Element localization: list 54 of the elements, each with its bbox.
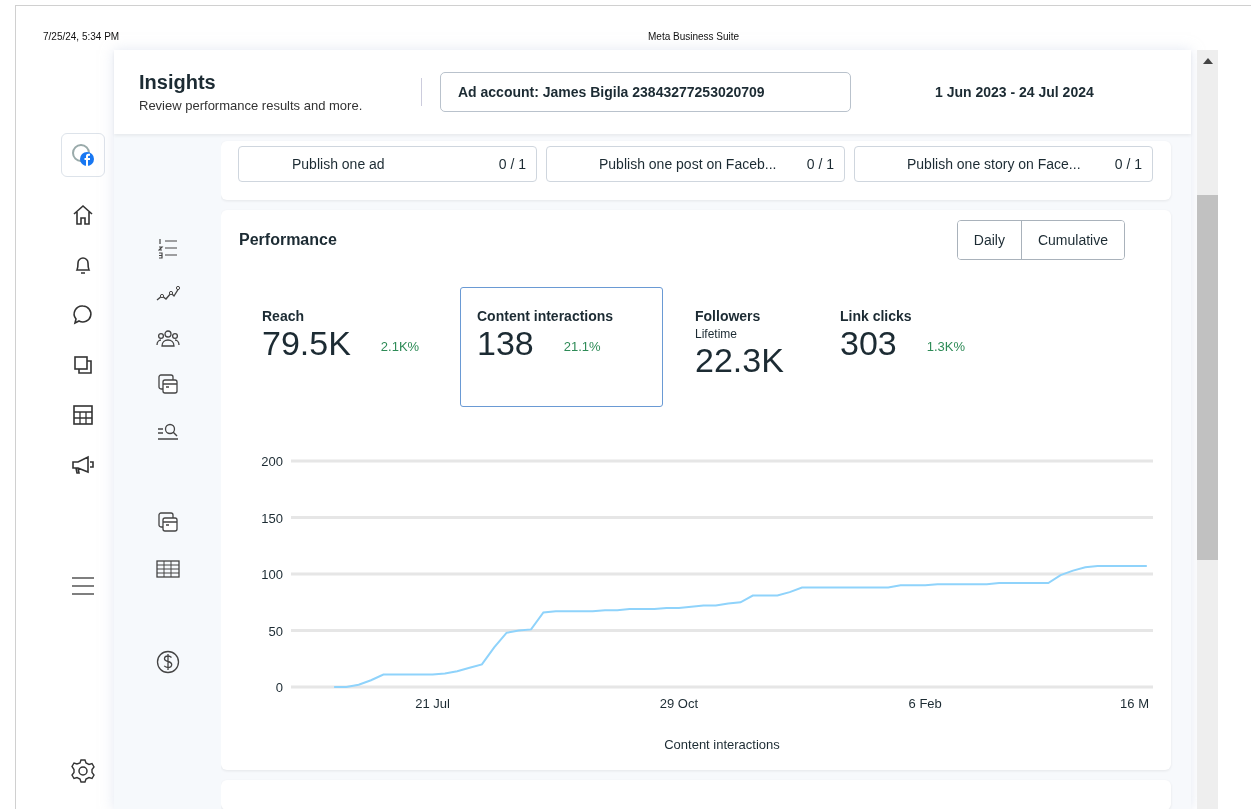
table-icon[interactable] (155, 559, 180, 579)
scroll-up-arrow-icon[interactable] (1203, 58, 1213, 64)
page-subtitle: Review performance results and more. (139, 98, 364, 113)
numbered-list-icon[interactable] (157, 237, 178, 259)
metric-change: 1.3K% (926, 339, 966, 354)
date-range-button[interactable]: 1 Jun 2023 - 24 Jul 2024 (935, 84, 1094, 100)
menu-icon[interactable] (69, 575, 96, 597)
metric-tile[interactable]: Content interactions 138 21.1% (460, 287, 663, 407)
dollar-icon[interactable] (155, 649, 180, 675)
x-axis-label: 29 Oct (659, 696, 699, 711)
search-list-icon[interactable] (155, 421, 180, 441)
section-title: Performance (239, 231, 337, 249)
x-axis-title: Content interactions (664, 737, 780, 752)
stacked-cards-icon[interactable] (156, 373, 179, 395)
task-label: Publish one ad (292, 156, 385, 172)
calendar-icon[interactable] (70, 403, 95, 427)
line-graph-icon[interactable] (155, 285, 180, 303)
scrollbar-thumb[interactable] (1197, 195, 1218, 560)
metric-name: Reach (262, 308, 306, 324)
settings-icon[interactable] (69, 758, 96, 784)
metric-tile[interactable]: Reach 79.5K 2.1K% (245, 287, 445, 407)
megaphone-icon[interactable] (69, 453, 96, 477)
metric-name: Link clicks (840, 308, 913, 324)
x-axis-label: 16 M (1120, 696, 1149, 711)
metric-tile[interactable]: Link clicks 303 1.3K% (823, 287, 1023, 407)
y-axis-label: 50 (268, 623, 283, 639)
y-axis-label: 0 (275, 680, 283, 695)
metric-change: 2.1K% (380, 339, 420, 354)
metric-change: 21.1% (563, 339, 601, 354)
task-label: Publish one post on Faceb... (599, 156, 777, 172)
metric-value: 22.3K (695, 341, 784, 380)
view-toggle-button[interactable]: Cumulative (1020, 221, 1124, 259)
metric-value: 79.5K (262, 324, 351, 363)
metric-subtitle: Lifetime (695, 327, 739, 341)
metric-value: 303 (840, 324, 897, 363)
print-title: Meta Business Suite (648, 31, 740, 42)
page-title: Insights (139, 71, 217, 94)
y-axis-label: 100 (261, 567, 283, 582)
x-axis-label: 21 Jul (415, 696, 450, 711)
metric-tile[interactable]: Followers Lifetime 22.3K (678, 287, 808, 407)
x-axis-label: 6 Feb (908, 696, 942, 711)
task-label: Publish one story on Face... (907, 156, 1081, 172)
stacked-cards-icon[interactable] (156, 511, 179, 533)
y-axis-label: 200 (261, 454, 283, 469)
ad-account-selector[interactable]: Ad account: James Bigila 23843277253020709 (440, 72, 851, 112)
print-date: 7/25/24, 5:34 PM (43, 31, 120, 42)
people-icon[interactable] (155, 329, 180, 347)
y-axis-label: 150 (261, 510, 283, 526)
account-logo-icon[interactable] (60, 133, 105, 177)
scrollbar[interactable] (1197, 50, 1218, 809)
chat-bubble-icon[interactable] (70, 303, 95, 327)
metric-name: Content interactions (477, 308, 615, 324)
metric-value: 138 (477, 324, 534, 363)
metric-name: Followers (695, 308, 762, 324)
